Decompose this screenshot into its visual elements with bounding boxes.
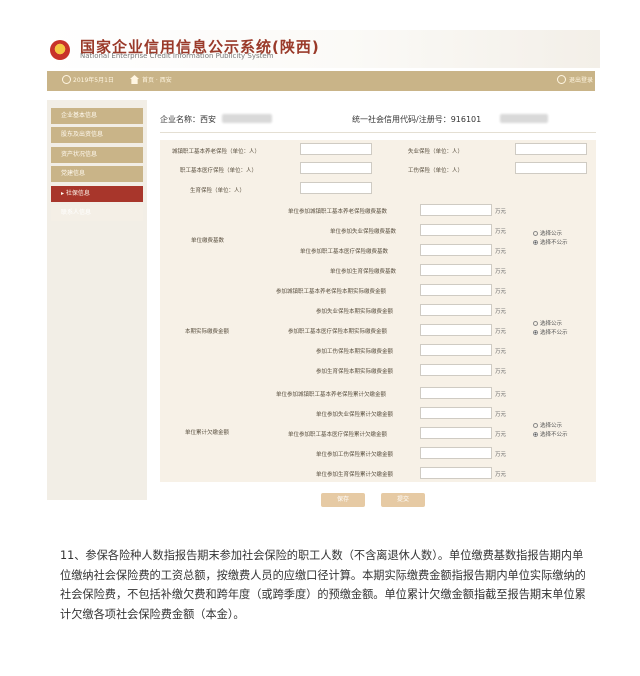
amount-input[interactable] (420, 387, 492, 399)
amount-input[interactable] (420, 447, 492, 459)
row-label: 参加工伤保险本期实际缴费金额 (316, 349, 394, 355)
sidebar-item-party[interactable]: 党建信息 (51, 166, 143, 182)
amount-input[interactable] (420, 344, 492, 356)
logout-icon[interactable] (557, 75, 566, 84)
amount-input[interactable] (420, 224, 492, 236)
unit-label: 万元 (495, 289, 507, 295)
injury-headcount-label: 工伤保险（单位：人） (408, 168, 464, 174)
unit-label: 万元 (495, 452, 507, 458)
top-bar: 2019年5月1日 首页 · 西安 退出登录 (47, 71, 595, 91)
unit-label: 万元 (495, 432, 507, 438)
sidebar-item-basic-info[interactable]: 企业基本信息 (51, 108, 143, 124)
unit-label: 万元 (495, 329, 507, 335)
row-label: 单位参加工伤保险累计欠缴金额 (316, 452, 394, 458)
sidebar-item-social-security[interactable]: ▸ 社保信息 (51, 186, 143, 202)
row-label: 单位参加职工基本医疗保险缴费基数 (300, 249, 389, 255)
radio-icon[interactable] (533, 321, 538, 326)
save-button[interactable]: 保存 (321, 493, 365, 507)
medical-headcount-input[interactable] (300, 162, 372, 174)
amount-input[interactable] (420, 304, 492, 316)
unit-label: 万元 (495, 269, 507, 275)
clock-icon (62, 75, 71, 84)
hide-option[interactable]: 选择不公示 (533, 329, 568, 338)
maternity-headcount-input[interactable] (300, 182, 372, 194)
radio-icon[interactable] (533, 423, 538, 428)
amount-input[interactable] (420, 364, 492, 376)
row-label: 单位参加失业保险缴费基数 (330, 229, 397, 235)
sidebar-item-shareholders[interactable]: 股东及出资信息 (51, 127, 143, 143)
radio-checked-icon[interactable] (533, 330, 538, 335)
unemployment-headcount-label: 失业保险（单位：人） (408, 149, 464, 155)
row-label: 单位参加职工基本医疗保险累计欠缴金额 (288, 432, 388, 438)
company-name: 企业名称：西安 (160, 115, 216, 124)
visibility-options: 选择公示 选择不公示 (533, 422, 568, 440)
show-option[interactable]: 选择公示 (533, 320, 568, 329)
home-link[interactable]: 首页 · 西安 (142, 75, 172, 84)
amount-input[interactable] (420, 244, 492, 256)
explanatory-note: 11、参保各险种人数指报告期末参加社会保险的职工人数（不含离退休人数）。单位缴费… (60, 549, 586, 621)
injury-headcount-input[interactable] (515, 162, 587, 174)
unit-label: 万元 (495, 392, 507, 398)
show-option[interactable]: 选择公示 (533, 422, 568, 431)
unit-label: 万元 (495, 412, 507, 418)
hide-option[interactable]: 选择不公示 (533, 431, 568, 440)
section-label-actual-paid: 本期实际缴费金额 (185, 329, 230, 335)
row-label: 参加生育保险本期实际缴费金额 (316, 369, 394, 375)
site-subtitle: National Enterprise Credit Information P… (80, 52, 274, 60)
unit-label: 万元 (495, 309, 507, 315)
row-label: 单位参加城镇职工基本养老保险缴费基数 (288, 209, 388, 215)
pension-headcount-label: 城镇职工基本养老保险（单位：人） (172, 149, 261, 155)
radio-icon[interactable] (533, 231, 538, 236)
amount-input[interactable] (420, 324, 492, 336)
unit-label: 万元 (495, 249, 507, 255)
logout-link[interactable]: 退出登录 (569, 75, 593, 84)
row-label: 单位参加失业保险累计欠缴金额 (316, 412, 394, 418)
visibility-options: 选择公示 选择不公示 (533, 230, 568, 248)
amount-input[interactable] (420, 407, 492, 419)
unit-label: 万元 (495, 209, 507, 215)
amount-input[interactable] (420, 204, 492, 216)
sidebar-item-assets[interactable]: 资产状况信息 (51, 147, 143, 163)
unit-label: 万元 (495, 229, 507, 235)
row-label: 参加失业保险本期实际缴费金额 (316, 309, 394, 315)
submit-button[interactable]: 提交 (381, 493, 425, 507)
maternity-headcount-label: 生育保险（单位：人） (190, 188, 246, 194)
section-label-contribution-base: 单位缴费基数 (191, 238, 225, 244)
row-label: 参加职工基本医疗保险本期实际缴费金额 (288, 329, 388, 335)
divider (160, 132, 596, 133)
unemployment-headcount-input[interactable] (515, 143, 587, 155)
row-label: 参加城镇职工基本养老保险本期实际缴费金额 (276, 289, 387, 295)
redacted-company-name (222, 114, 272, 123)
date-text: 2019年5月1日 (73, 77, 114, 84)
row-label: 单位参加生育保险缴费基数 (330, 269, 397, 275)
section-label-arrears: 单位累计欠缴金额 (185, 430, 230, 436)
radio-checked-icon[interactable] (533, 432, 538, 437)
row-label: 单位参加生育保险累计欠缴金额 (316, 472, 394, 478)
national-emblem-icon (50, 40, 70, 60)
medical-headcount-label: 职工基本医疗保险（单位：人） (180, 168, 258, 174)
hide-option[interactable]: 选择不公示 (533, 239, 568, 248)
unit-label: 万元 (495, 472, 507, 478)
unit-label: 万元 (495, 349, 507, 355)
row-label: 单位参加城镇职工基本养老保险累计欠缴金额 (276, 392, 387, 398)
credit-code: 统一社会信用代码/注册号：916101 (352, 115, 482, 124)
show-option[interactable]: 选择公示 (533, 230, 568, 239)
amount-input[interactable] (420, 264, 492, 276)
pension-headcount-input[interactable] (300, 143, 372, 155)
amount-input[interactable] (420, 467, 492, 479)
visibility-options: 选择公示 选择不公示 (533, 320, 568, 338)
amount-input[interactable] (420, 427, 492, 439)
amount-input[interactable] (420, 284, 492, 296)
redacted-credit-code (500, 114, 548, 123)
sidebar-item-contact[interactable]: 联系人信息 (51, 205, 143, 221)
radio-checked-icon[interactable] (533, 240, 538, 245)
unit-label: 万元 (495, 369, 507, 375)
